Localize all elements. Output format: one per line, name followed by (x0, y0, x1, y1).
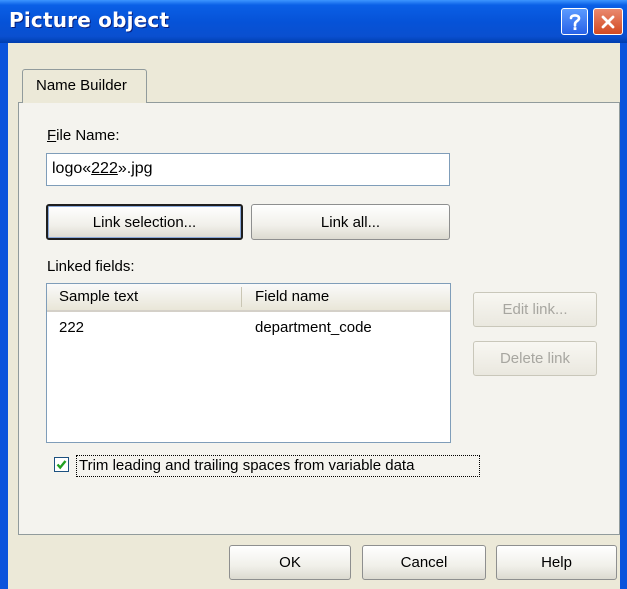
column-header-field-name[interactable]: Field name (255, 288, 329, 305)
file-name-label: File Name: (47, 127, 120, 144)
edit-link-button[interactable]: Edit link... (473, 292, 597, 327)
file-name-label-accel: F (47, 127, 57, 144)
window-title: Picture object (9, 8, 170, 32)
ok-label: OK (279, 554, 301, 571)
column-separator[interactable] (241, 287, 242, 307)
trim-spaces-checkbox[interactable] (54, 457, 69, 472)
file-name-label-rest: ile Name: (56, 127, 120, 144)
ok-button[interactable]: OK (229, 545, 351, 580)
link-selection-label: Link selection... (92, 213, 197, 231)
title-bar[interactable]: Picture object (0, 0, 627, 43)
file-name-suffix: ».jpg (117, 160, 153, 177)
file-name-link-token: 222 (91, 160, 118, 177)
trim-spaces-label[interactable]: Trim leading and trailing spaces from va… (79, 457, 414, 474)
link-all-label: Link all... (320, 213, 381, 231)
column-header-sample-text[interactable]: Sample text (59, 288, 138, 305)
linked-fields-label: Linked fields: (47, 258, 135, 275)
file-name-input[interactable]: logo«222».jpg (46, 153, 450, 186)
list-header: Sample text Field name (47, 284, 450, 312)
tab-name-builder[interactable]: Name Builder (22, 69, 147, 103)
window-frame-right (620, 43, 627, 589)
help-button[interactable]: Help (496, 545, 617, 580)
help-title-button[interactable] (561, 8, 588, 35)
dialog-window: Picture object Name Builder File Name: l… (0, 0, 627, 589)
cancel-button[interactable]: Cancel (362, 545, 486, 580)
linked-fields-list[interactable]: Sample text Field name 222 department_co… (46, 283, 451, 443)
window-frame-left (0, 43, 8, 589)
checkmark-icon (56, 460, 67, 470)
file-name-prefix: logo« (52, 160, 92, 177)
row-sample-text: 222 (59, 319, 85, 336)
edit-link-label: Edit link... (502, 301, 568, 318)
close-button[interactable] (593, 8, 623, 35)
link-selection-button[interactable]: Link selection... (46, 204, 243, 240)
help-label: Help (541, 554, 572, 571)
delete-link-label: Delete link (499, 350, 571, 367)
close-icon (601, 15, 615, 28)
delete-link-button[interactable]: Delete link (473, 341, 597, 376)
link-all-button[interactable]: Link all... (251, 204, 450, 240)
question-mark-icon (569, 13, 580, 30)
row-field-name: department_code (255, 319, 372, 336)
tab-label: Name Builder (36, 77, 127, 94)
cancel-label: Cancel (400, 554, 448, 571)
